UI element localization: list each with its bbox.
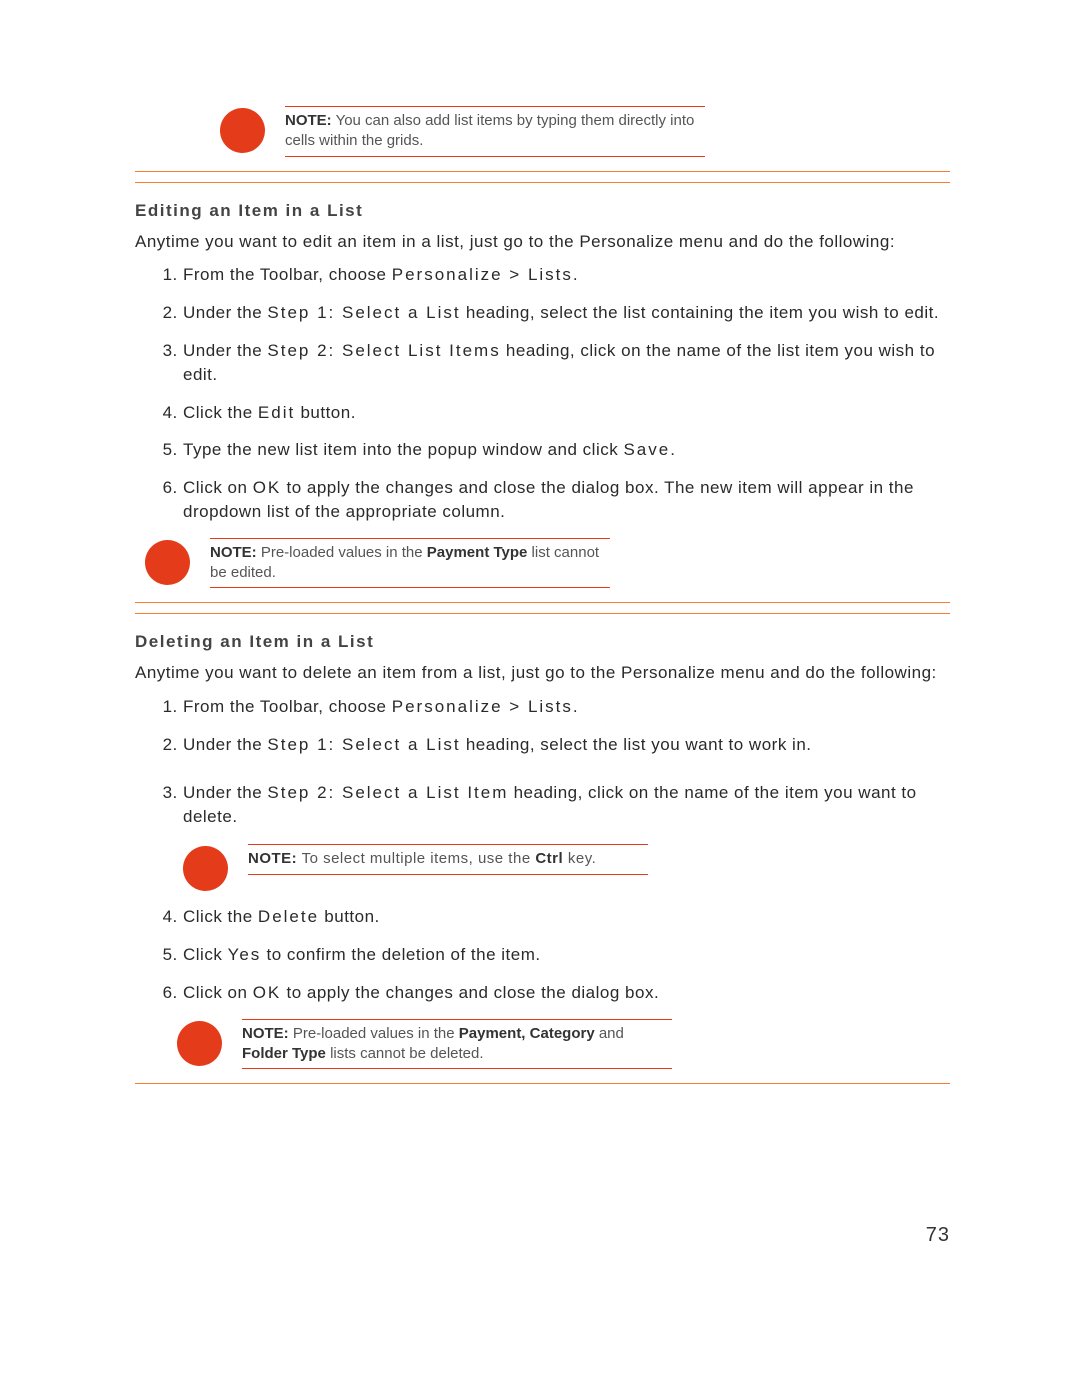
step: Click on OK to apply the changes and clo… [183,981,950,1005]
divider [135,182,950,183]
document-page: NOTE: You can also add list items by typ… [0,0,1080,1307]
step: Type the new list item into the popup wi… [183,438,950,462]
step: Under the Step 2: Select a List Item hea… [183,781,950,892]
note-delete-restriction: NOTE: Pre-loaded values in the Payment, … [177,1019,950,1070]
divider [135,613,950,614]
note-label: NOTE: [210,544,257,561]
note-text: NOTE: You can also add list items by typ… [285,106,705,157]
step: Under the Step 1: Select a List heading,… [183,301,950,325]
note-ctrl-key: NOTE: To select multiple items, use the … [183,844,950,891]
step: Under the Step 1: Select a List heading,… [183,733,950,757]
intro-editing: Anytime you want to edit an item in a li… [135,231,950,254]
page-number: 73 [135,1224,950,1247]
note-label: NOTE: [242,1025,289,1042]
note-add-items: NOTE: You can also add list items by typ… [220,106,950,157]
note-label: NOTE: [285,112,332,129]
note-edit-restriction: NOTE: Pre-loaded values in the Payment T… [145,538,950,589]
heading-deleting: Deleting an Item in a List [135,632,950,652]
note-text: NOTE: Pre-loaded values in the Payment T… [210,538,610,589]
divider [135,602,950,603]
step: Under the Step 2: Select List Items head… [183,339,950,387]
note-label: NOTE: [248,850,297,867]
heading-editing: Editing an Item in a List [135,201,950,221]
step: Click the Delete button. [183,905,950,929]
step: Click Yes to confirm the deletion of the… [183,943,950,967]
step: From the Toolbar, choose Personalize > L… [183,263,950,287]
step: Click on OK to apply the changes and clo… [183,476,950,524]
note-bullet-icon [220,108,265,153]
note-bullet-icon [183,846,228,891]
step: Click the Edit button. [183,401,950,425]
note-bullet-icon [177,1021,222,1066]
note-text: NOTE: Pre-loaded values in the Payment, … [242,1019,672,1070]
step: From the Toolbar, choose Personalize > L… [183,695,950,719]
steps-editing: From the Toolbar, choose Personalize > L… [135,263,950,523]
note-text: NOTE: To select multiple items, use the … [248,844,648,874]
note-bullet-icon [145,540,190,585]
steps-deleting: From the Toolbar, choose Personalize > L… [135,695,950,1005]
note-body: You can also add list items by typing th… [285,112,694,149]
divider [135,1083,950,1084]
intro-deleting: Anytime you want to delete an item from … [135,662,950,685]
divider [135,171,950,172]
